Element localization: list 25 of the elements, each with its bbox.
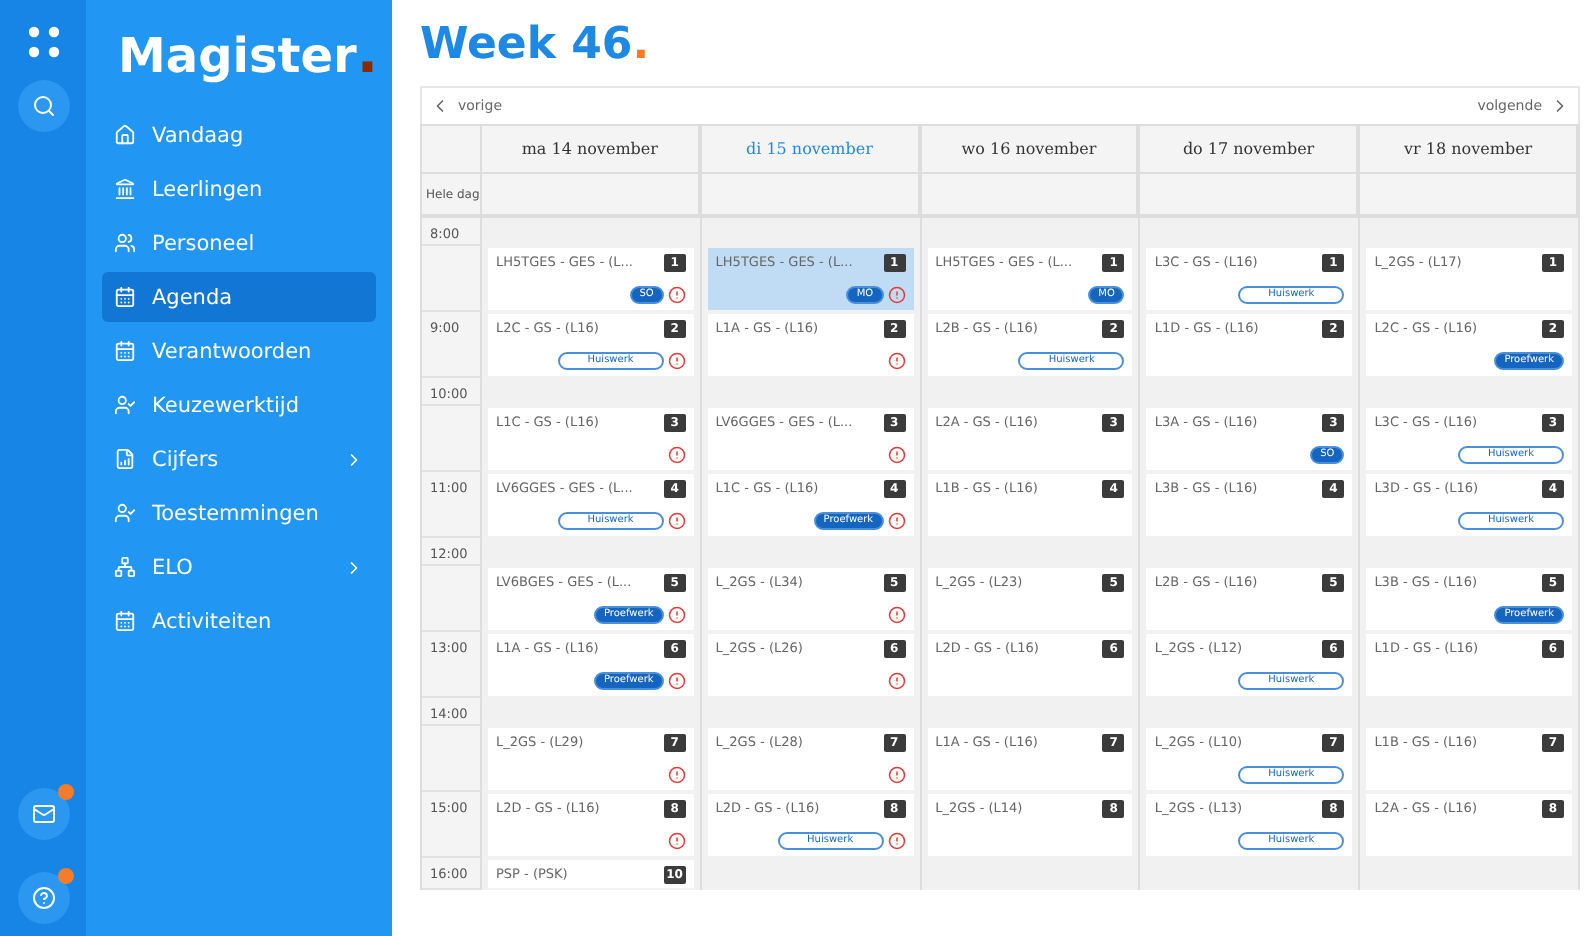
search-button[interactable] — [17, 80, 69, 132]
day-header: do 17 november — [1140, 124, 1359, 174]
magister-logo: Magister. — [116, 20, 376, 90]
calendar-icon — [114, 340, 136, 362]
page-title: Week 46. — [420, 20, 652, 74]
apps-icon[interactable] — [25, 24, 61, 60]
day-header: wo 16 november — [921, 124, 1139, 174]
help-icon — [31, 886, 55, 910]
document-chart-icon — [114, 448, 136, 470]
help-button[interactable] — [17, 872, 69, 924]
day-header: ma 14 november — [482, 124, 700, 174]
building-icon — [114, 178, 136, 200]
calendar-icon — [114, 610, 136, 632]
day-header: vr 18 november — [1360, 124, 1578, 174]
user-icon — [114, 502, 136, 524]
user-icon — [114, 394, 136, 416]
people-icon — [114, 232, 136, 254]
search-icon — [31, 94, 55, 118]
mail-button[interactable] — [17, 788, 69, 840]
mail-icon — [31, 802, 55, 826]
home-icon — [114, 124, 136, 146]
network-icon — [114, 556, 136, 578]
day-header: di 15 november — [701, 124, 920, 174]
sidebar-item[interactable]: Agenda — [102, 272, 376, 322]
calendar-icon — [114, 286, 136, 308]
